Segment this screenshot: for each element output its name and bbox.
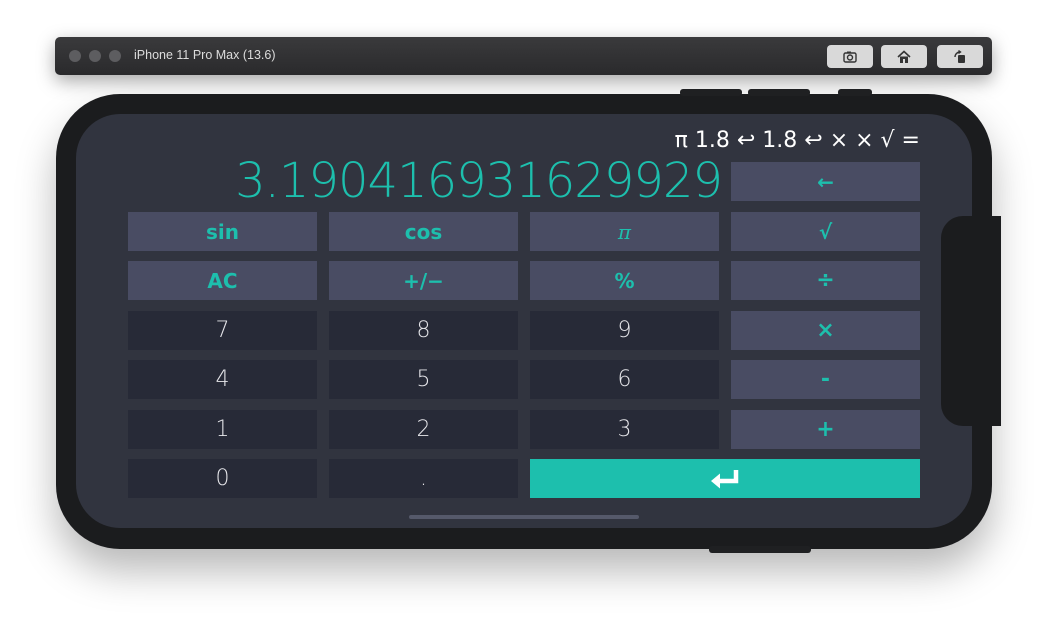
subtract-key[interactable]: - — [731, 360, 920, 399]
digit-7-key[interactable]: 7 — [128, 311, 317, 350]
minimize-window-button[interactable] — [89, 50, 101, 62]
multiply-key[interactable]: × — [731, 311, 920, 350]
sin-key[interactable]: sin — [128, 212, 317, 251]
screenshot-icon — [843, 51, 857, 63]
rotate-button[interactable] — [937, 45, 983, 68]
pi-key[interactable]: π — [530, 212, 719, 251]
close-window-button[interactable] — [69, 50, 81, 62]
rotate-icon — [954, 49, 965, 63]
volume-down-button — [748, 89, 810, 96]
notch — [941, 216, 1001, 426]
digit-8-key[interactable]: 8 — [329, 311, 518, 350]
divide-key[interactable]: ÷ — [731, 261, 920, 300]
enter-key[interactable] — [530, 459, 920, 498]
power-button — [709, 546, 811, 553]
decimal-key[interactable]: . — [329, 459, 518, 498]
cos-key[interactable]: cos — [329, 212, 518, 251]
home-indicator — [409, 515, 639, 519]
home-button[interactable] — [881, 45, 927, 68]
sqrt-key[interactable]: √ — [731, 212, 920, 251]
digit-2-key[interactable]: 2 — [329, 410, 518, 449]
percent-key[interactable]: % — [530, 261, 719, 300]
mute-switch — [838, 89, 872, 96]
all-clear-key[interactable]: AC — [128, 261, 317, 300]
digit-9-key[interactable]: 9 — [530, 311, 719, 350]
simulator-title-bar: iPhone 11 Pro Max (13.6) — [55, 37, 992, 75]
screenshot-button[interactable] — [827, 45, 873, 68]
volume-up-button — [680, 89, 742, 96]
negate-key[interactable]: +/− — [329, 261, 518, 300]
digit-1-key[interactable]: 1 — [128, 410, 317, 449]
history-tape: π 1.8 ↩ 1.8 ↩ × × √ = — [674, 128, 920, 153]
zoom-window-button[interactable] — [109, 50, 121, 62]
digit-5-key[interactable]: 5 — [329, 360, 518, 399]
result-display: 3.190416931629929 — [235, 153, 723, 209]
digit-0-key[interactable]: 0 — [128, 459, 317, 498]
digit-6-key[interactable]: 6 — [530, 360, 719, 399]
digit-3-key[interactable]: 3 — [530, 410, 719, 449]
add-key[interactable]: + — [731, 410, 920, 449]
enter-icon — [711, 469, 739, 488]
home-icon — [897, 49, 911, 63]
pi-label: π — [617, 219, 632, 244]
backspace-key[interactable]: ← — [731, 162, 920, 201]
digit-4-key[interactable]: 4 — [128, 360, 317, 399]
window-title: iPhone 11 Pro Max (13.6) — [134, 48, 276, 62]
